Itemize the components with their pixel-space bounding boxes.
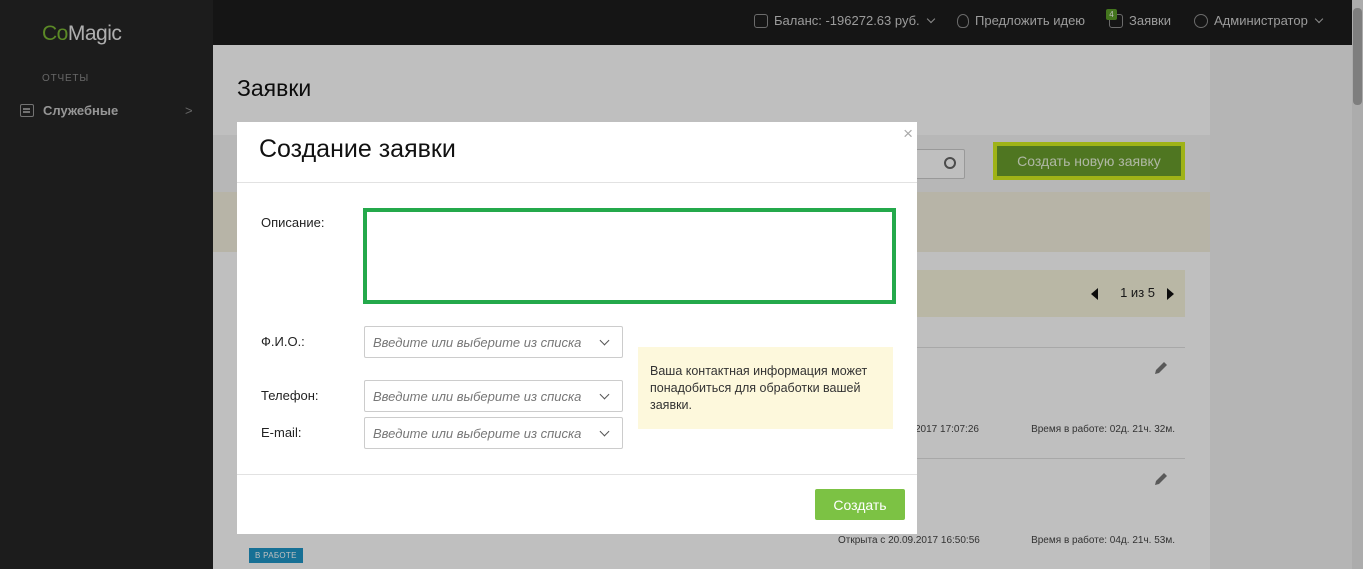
description-field[interactable] [363, 208, 896, 304]
name-input[interactable] [373, 334, 593, 350]
name-label: Ф.И.О.: [261, 334, 305, 349]
create-request-modal: × Создание заявки Описание: Ф.И.О.: Теле… [237, 122, 917, 534]
modal-title: Создание заявки [259, 135, 456, 163]
chevron-down-icon[interactable] [599, 426, 610, 437]
phone-combobox[interactable] [364, 380, 623, 412]
contact-info-hint: Ваша контактная информация может понадоб… [638, 347, 893, 429]
create-button[interactable]: Создать [815, 489, 905, 520]
phone-label: Телефон: [261, 388, 319, 403]
email-input[interactable] [373, 425, 593, 441]
description-label: Описание: [261, 215, 325, 230]
divider [237, 182, 917, 183]
email-label: E-mail: [261, 425, 302, 440]
divider [237, 474, 917, 475]
name-combobox[interactable] [364, 326, 623, 358]
chevron-down-icon[interactable] [599, 389, 610, 400]
email-combobox[interactable] [364, 417, 623, 449]
phone-input[interactable] [373, 388, 593, 404]
chevron-down-icon[interactable] [599, 335, 610, 346]
close-icon[interactable]: × [903, 124, 913, 144]
